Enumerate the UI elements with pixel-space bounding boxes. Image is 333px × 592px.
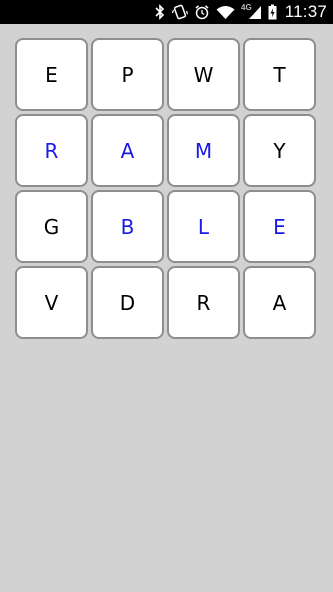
clock-time: 11:37 — [284, 2, 327, 21]
letter-tile[interactable]: E — [15, 38, 88, 111]
battery-charging-icon — [268, 0, 277, 24]
letter-tile[interactable]: M — [167, 114, 240, 187]
letter-tile[interactable]: R — [167, 266, 240, 339]
wifi-icon — [216, 0, 235, 24]
letter-board: E P W T R A M Y G B L E V D R A — [15, 38, 318, 339]
cell-signal-icon: 4G — [241, 0, 262, 24]
letter-tile[interactable]: D — [91, 266, 164, 339]
letter-tile[interactable]: G — [15, 190, 88, 263]
letter-tile[interactable]: W — [167, 38, 240, 111]
letter-tile[interactable]: A — [243, 266, 316, 339]
letter-tile[interactable]: R — [15, 114, 88, 187]
letter-tile[interactable]: E — [243, 190, 316, 263]
network-type-label: 4G — [241, 2, 252, 12]
letter-tile[interactable]: V — [15, 266, 88, 339]
letter-tile[interactable]: B — [91, 190, 164, 263]
status-bar: 4G 11:37 — [0, 0, 333, 24]
vibrate-icon — [172, 0, 189, 24]
letter-tile[interactable]: Y — [243, 114, 316, 187]
letter-tile[interactable]: L — [167, 190, 240, 263]
status-icons: 4G 11:37 — [154, 0, 327, 24]
alarm-icon — [194, 0, 210, 24]
letter-tile[interactable]: P — [91, 38, 164, 111]
letter-tile[interactable]: A — [91, 114, 164, 187]
bluetooth-icon — [154, 0, 166, 24]
letter-tile[interactable]: T — [243, 38, 316, 111]
